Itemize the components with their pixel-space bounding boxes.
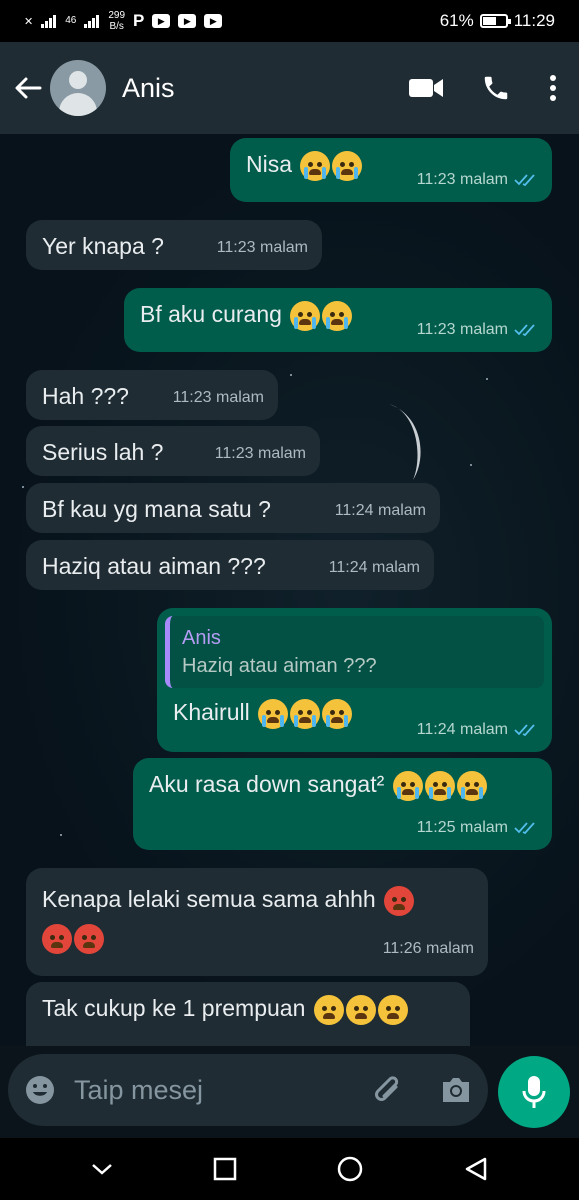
message-bubble[interactable]: Kenapa lelaki semua sama ahhh 11:26 mala… (26, 868, 488, 976)
message-bubble[interactable]: Aku rasa down sangat² 11:25 malam (133, 758, 552, 850)
avatar[interactable] (50, 60, 106, 116)
message-time: 11:24 malam (416, 721, 508, 738)
phone-icon[interactable] (481, 73, 511, 103)
message-bubble[interactable]: Serius lah ? 11:23 malam (26, 426, 320, 476)
moon-wallpaper (389, 404, 421, 480)
message-time: 11:26 malam (382, 940, 474, 957)
youtube-icon: ▶ (152, 14, 171, 28)
status-bar: ✕ 46 299 B/s P ▶ ▶ ▶ 61% 11:29 (0, 0, 579, 42)
battery-percent: 61% (439, 11, 474, 30)
double-tick-icon (514, 822, 535, 835)
reply-text: Haziq atau aiman ??? (182, 655, 377, 677)
youtube-icon-2: ▶ (178, 14, 197, 28)
message-bubble[interactable]: Hah ??? 11:23 malam (26, 370, 278, 420)
message-time: 11:23 malam (216, 239, 308, 256)
message-bubble[interactable]: Bf kau yg mana satu ? 11:24 malam (26, 483, 440, 533)
message-time: 11:24 malam (334, 502, 426, 519)
system-nav-bar (0, 1138, 579, 1200)
double-tick-icon (514, 324, 535, 337)
crying-emoji-icon (322, 300, 353, 331)
crying-emoji-icon (290, 300, 321, 331)
double-tick-icon (514, 724, 535, 737)
message-bubble[interactable]: Tak cukup ke 1 prempuan (26, 982, 470, 1046)
message-time: 11:23 malam (416, 171, 508, 188)
battery-icon (479, 14, 511, 28)
message-time: 11:23 malam (214, 445, 306, 462)
reply-author: Anis (182, 627, 221, 649)
message-input[interactable]: Taip mesej (8, 1054, 488, 1126)
paperclip-icon[interactable] (374, 1073, 404, 1107)
message-time: 11:23 malam (416, 321, 508, 338)
chat-area[interactable]: Nisa 11:23 malam Yer knapa ? 11:23 malam… (0, 134, 579, 1046)
message-time: 11:24 malam (328, 559, 420, 576)
microphone-icon (522, 1076, 546, 1108)
message-bubble[interactable]: Yer knapa ? 11:23 malam (26, 220, 322, 270)
home-icon[interactable] (336, 1155, 364, 1183)
steam-emoji-icon (345, 994, 376, 1025)
reply-quote[interactable]: Anis Haziq atau aiman ??? (165, 616, 544, 688)
crying-emoji-icon (322, 698, 353, 729)
message-bubble[interactable]: Bf aku curang 11:23 malam (124, 288, 552, 352)
input-bar: Taip mesej (0, 1046, 579, 1138)
youtube-icon-3: ▶ (204, 14, 223, 28)
app-p-icon: P (133, 11, 145, 30)
crying-emoji-icon (300, 150, 331, 181)
signal-icon-2 (84, 15, 100, 28)
message-time: 11:25 malam (416, 819, 508, 836)
crying-emoji-icon (424, 770, 455, 801)
camera-icon[interactable] (440, 1076, 472, 1104)
signal-icon (41, 15, 57, 28)
chat-header: Anis (0, 42, 579, 134)
message-bubble[interactable]: Anis Haziq atau aiman ??? Khairull 11:24… (157, 608, 552, 752)
mute-icon: ✕ (24, 15, 34, 28)
more-vertical-icon[interactable] (549, 74, 557, 102)
crying-emoji-icon (456, 770, 487, 801)
network-type: 46 (65, 15, 77, 26)
crying-emoji-icon (392, 770, 423, 801)
input-placeholder: Taip mesej (74, 1074, 204, 1105)
angry-emoji-icon (74, 923, 104, 954)
net-speed: 299 B/s (108, 10, 126, 32)
message-time: 11:23 malam (172, 389, 264, 406)
back-nav-icon[interactable] (463, 1156, 489, 1182)
clock: 11:29 (513, 11, 555, 30)
steam-emoji-icon (313, 994, 344, 1025)
message-bubble[interactable]: Haziq atau aiman ??? 11:24 malam (26, 540, 434, 590)
angry-emoji-icon (384, 885, 415, 916)
emoji-icon[interactable] (24, 1074, 56, 1106)
double-tick-icon (514, 174, 535, 187)
crying-emoji-icon (290, 698, 321, 729)
crying-emoji-icon (258, 698, 289, 729)
recents-icon[interactable] (213, 1157, 237, 1181)
contact-name[interactable]: Anis (122, 73, 175, 104)
chevron-down-icon[interactable] (90, 1162, 114, 1176)
steam-emoji-icon (377, 994, 408, 1025)
crying-emoji-icon (332, 150, 363, 181)
angry-emoji-icon (42, 923, 72, 954)
video-call-icon[interactable] (409, 77, 443, 99)
message-bubble[interactable]: Nisa 11:23 malam (230, 138, 552, 202)
microphone-button[interactable] (498, 1056, 570, 1128)
arrow-left-icon[interactable] (12, 72, 44, 104)
